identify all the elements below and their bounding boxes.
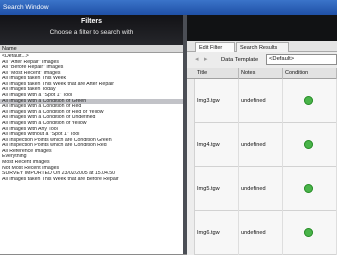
tab-edit-filter[interactable]: Edit Filter (195, 42, 235, 52)
results-header (187, 15, 337, 41)
filter-list[interactable]: <Default...> All "After Repair" Images All… (0, 54, 183, 254)
row-selector[interactable] (187, 123, 195, 167)
forward-arrow-icon[interactable]: ▸ (204, 56, 211, 63)
table-row[interactable]: Img6.tgw undefined (187, 211, 337, 255)
filters-header: Filters Choose a filter to search with (0, 15, 183, 45)
cell-title: Img5.tgw (195, 167, 239, 211)
data-template-select[interactable]: <Default> (266, 54, 337, 65)
column-header-title[interactable]: Title (195, 68, 239, 79)
cell-notes: undefined (239, 79, 283, 123)
filters-subtitle: Choose a filter to search with (49, 29, 134, 36)
condition-status-icon (304, 140, 313, 149)
filter-item[interactable]: All Images taken This Week that are Befo… (0, 177, 183, 183)
search-window: Search Window Filters Choose a filter to… (0, 0, 337, 255)
row-selector[interactable] (187, 79, 195, 123)
cell-title: Img3.tgw (195, 79, 239, 123)
filters-panel: Filters Choose a filter to search with N… (0, 15, 183, 254)
results-grid: Title Notes Condition Img3.tgw undefined I… (187, 68, 337, 255)
tab-strip: Edit Filter Search Results (187, 41, 337, 52)
name-column-header[interactable]: Name (0, 45, 183, 53)
cell-notes: undefined (239, 123, 283, 167)
table-row[interactable]: Img5.tgw undefined (187, 167, 337, 211)
tab-search-results[interactable]: Search Results (236, 42, 289, 52)
results-toolbar: ◂ ▸ Data Template <Default> (187, 52, 337, 68)
table-row[interactable]: Img4.tgw undefined (187, 123, 337, 167)
condition-status-icon (304, 228, 313, 237)
grid-header: Title Notes Condition (187, 68, 337, 79)
data-template-label: Data Template (221, 57, 259, 63)
results-panel: Edit Filter Search Results ◂ ▸ Data Temp… (187, 15, 337, 255)
row-selector[interactable] (187, 211, 195, 255)
condition-status-icon (304, 184, 313, 193)
back-arrow-icon[interactable]: ◂ (195, 56, 202, 63)
table-row[interactable]: Img3.tgw undefined (187, 79, 337, 123)
cell-title: Img4.tgw (195, 123, 239, 167)
cell-notes: undefined (239, 211, 283, 255)
column-header-notes[interactable]: Notes (239, 68, 283, 79)
cell-notes: undefined (239, 167, 283, 211)
row-selector[interactable] (187, 167, 195, 211)
filters-title: Filters (80, 18, 102, 25)
window-title: Search Window (0, 0, 337, 15)
condition-status-icon (304, 96, 313, 105)
cell-title: Img6.tgw (195, 211, 239, 255)
column-header-condition[interactable]: Condition (283, 68, 337, 79)
